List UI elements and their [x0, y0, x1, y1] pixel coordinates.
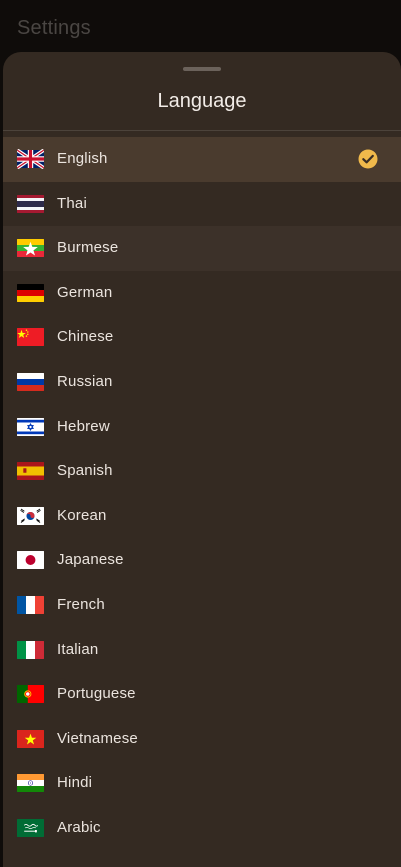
- language-label: Thai: [57, 194, 87, 212]
- language-label: French: [57, 595, 105, 613]
- language-option-german[interactable]: German: [3, 271, 401, 316]
- russia-flag-icon: [17, 372, 44, 392]
- thailand-flag-icon: [17, 194, 44, 214]
- language-label: Portuguese: [57, 685, 136, 703]
- language-label: Hindi: [57, 774, 93, 792]
- japan-flag-icon: [17, 550, 44, 570]
- divider: [3, 130, 401, 131]
- language-option-korean[interactable]: Korean: [3, 494, 401, 539]
- language-label: Spanish: [57, 462, 113, 480]
- language-option-russian[interactable]: Russian: [3, 360, 401, 405]
- language-label: Vietnamese: [57, 729, 138, 747]
- language-bottom-sheet: Language English Thai Burmese German Chinese…: [3, 52, 401, 867]
- language-option-french[interactable]: French: [3, 583, 401, 628]
- language-settings-screen: Settings Language English Thai Burmese Germ…: [0, 0, 401, 867]
- language-option-japanese[interactable]: Japanese: [3, 538, 401, 583]
- language-label: Italian: [57, 640, 99, 658]
- language-option-hindi[interactable]: Hindi: [3, 761, 401, 806]
- language-option-spanish[interactable]: Spanish: [3, 449, 401, 494]
- myanmar-flag-icon: [17, 238, 44, 258]
- language-option-arabic[interactable]: Arabic: [3, 806, 401, 851]
- language-label: English: [57, 150, 108, 167]
- language-label: Hebrew: [57, 417, 110, 435]
- language-option-vietnamese[interactable]: Vietnamese: [3, 717, 401, 762]
- sheet-title: Language: [157, 90, 247, 112]
- language-label: Arabic: [57, 818, 101, 836]
- language-option-thai[interactable]: Thai: [3, 182, 401, 227]
- language-option-english[interactable]: English: [3, 137, 401, 182]
- language-label: Japanese: [57, 551, 124, 569]
- language-label: Burmese: [57, 239, 119, 257]
- language-option-burmese[interactable]: Burmese: [3, 226, 401, 271]
- france-flag-icon: [17, 595, 44, 615]
- germany-flag-icon: [17, 283, 44, 303]
- check-circle-icon: [358, 149, 378, 169]
- vietnam-flag-icon: [17, 729, 44, 749]
- language-list: English Thai Burmese German Chinese Russian He…: [3, 137, 401, 851]
- spain-flag-icon: [17, 461, 44, 481]
- china-flag-icon: [17, 327, 44, 347]
- india-flag-icon: [17, 773, 44, 793]
- portugal-flag-icon: [17, 684, 44, 704]
- drag-handle[interactable]: [183, 67, 221, 71]
- language-option-italian[interactable]: Italian: [3, 628, 401, 673]
- uk-flag-icon: [17, 149, 44, 169]
- page-title: Settings: [17, 17, 91, 39]
- south-korea-flag-icon: [17, 506, 44, 526]
- app-bar: Settings: [0, 0, 401, 58]
- language-label: German: [57, 283, 113, 301]
- language-option-hebrew[interactable]: Hebrew: [3, 405, 401, 450]
- language-label: Russian: [57, 372, 113, 390]
- italy-flag-icon: [17, 640, 44, 660]
- language-option-portuguese[interactable]: Portuguese: [3, 672, 401, 717]
- saudi-arabia-flag-icon: [17, 818, 44, 838]
- israel-flag-icon: [17, 417, 44, 437]
- language-label: Chinese: [57, 328, 114, 346]
- language-option-chinese[interactable]: Chinese: [3, 315, 401, 360]
- language-label: Korean: [57, 506, 107, 524]
